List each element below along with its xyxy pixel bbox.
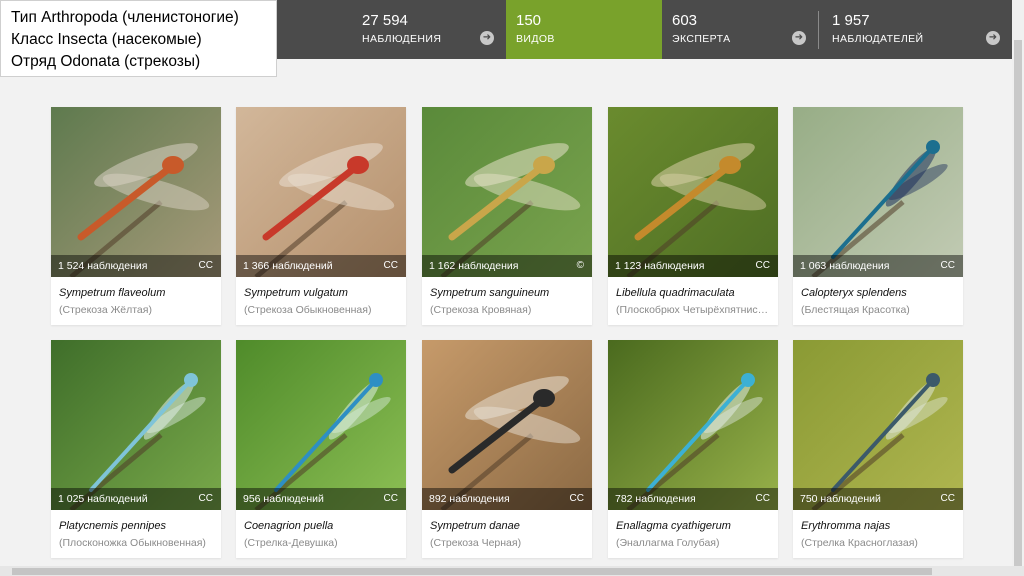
species-common-name: (Плосконожка Обыкновенная) [59, 537, 206, 549]
species-scientific-name[interactable]: Enallagma cyathigerum [616, 520, 772, 532]
species-card[interactable]: 1 162 наблюдения © Sympetrum sanguineum (Ст… [422, 107, 592, 325]
observation-count-overlay: 892 наблюдения CC [422, 488, 592, 510]
species-scientific-name[interactable]: Sympetrum vulgatum [244, 287, 400, 299]
species-photo[interactable]: 1 524 наблюдения CC [51, 107, 221, 277]
species-card[interactable]: 1 063 наблюдения CC Calopteryx splendens (Б… [793, 107, 963, 325]
species-card[interactable]: 1 524 наблюдения CC Sympetrum flaveolum (Ст… [51, 107, 221, 325]
species-card[interactable]: 892 наблюдения CC Sympetrum danae (Стрекоза… [422, 340, 592, 558]
license-badge[interactable]: CC [941, 255, 955, 277]
observation-count: 1 366 наблюдений [243, 260, 333, 272]
taxon-label-box: Тип Arthropoda (членистоногие) Класс Ins… [0, 0, 277, 77]
species-scientific-name[interactable]: Sympetrum sanguineum [430, 287, 586, 299]
observation-count: 892 наблюдения [429, 493, 510, 505]
species-common-name: (Стрекоза Жёлтая) [59, 304, 152, 316]
license-badge[interactable]: CC [384, 488, 398, 510]
species-photo[interactable]: 782 наблюдения CC [608, 340, 778, 510]
species-common-name: (Стрелка-Девушка) [244, 537, 338, 549]
observation-count-overlay: 782 наблюдения CC [608, 488, 778, 510]
license-badge[interactable]: CC [384, 255, 398, 277]
arrow-right-icon[interactable]: ➜ [480, 31, 494, 45]
observation-count-overlay: 1 025 наблюдений CC [51, 488, 221, 510]
species-scientific-name[interactable]: Sympetrum danae [430, 520, 586, 532]
observation-count: 1 162 наблюдения [429, 260, 519, 272]
species-common-name: (Стрекоза Черная) [430, 537, 522, 549]
species-common-name: (Стрелка Красноглазая) [801, 537, 918, 549]
taxon-phylum: Тип Arthropoda (членистоногие) [11, 9, 239, 26]
scrollbar-thumb[interactable] [12, 568, 932, 575]
stat-species[interactable]: 150 ВИДОВ ➜ [506, 0, 662, 59]
stat-label: ВИДОВ [516, 33, 555, 45]
stat-value: 603 [672, 12, 698, 29]
observation-count-overlay: 1 366 наблюдений CC [236, 255, 406, 277]
license-badge[interactable]: CC [756, 488, 770, 510]
species-photo[interactable]: 750 наблюдений CC [793, 340, 963, 510]
stat-observers[interactable]: 1 957 НАБЛЮДАТЕЛЕЙ ➜ [818, 0, 1012, 59]
divider [818, 11, 819, 49]
species-card[interactable]: 956 наблюдений CC Coenagrion puella (Стрелк… [236, 340, 406, 558]
stat-value: 150 [516, 12, 542, 29]
arrow-right-icon[interactable]: ➜ [986, 31, 1000, 45]
species-card[interactable]: 1 025 наблюдений CC Platycnemis pennipes (П… [51, 340, 221, 558]
species-photo[interactable]: 1 025 наблюдений CC [51, 340, 221, 510]
license-badge[interactable]: CC [756, 255, 770, 277]
species-common-name: (Стрекоза Обыкновенная) [244, 304, 372, 316]
species-common-name: (Стрекоза Кровяная) [430, 304, 532, 316]
arrow-right-icon[interactable]: ➜ [792, 31, 806, 45]
license-badge[interactable]: CC [199, 488, 213, 510]
species-scientific-name[interactable]: Coenagrion puella [244, 520, 400, 532]
observation-count: 782 наблюдения [615, 493, 696, 505]
observation-count: 750 наблюдений [800, 493, 881, 505]
observation-count: 1 524 наблюдения [58, 260, 148, 272]
observation-count-overlay: 1 162 наблюдения © [422, 255, 592, 277]
observation-count: 956 наблюдений [243, 493, 324, 505]
species-scientific-name[interactable]: Platycnemis pennipes [59, 520, 215, 532]
observation-count-overlay: 956 наблюдений CC [236, 488, 406, 510]
species-photo[interactable]: 1 366 наблюдений CC [236, 107, 406, 277]
species-photo[interactable]: 1 123 наблюдения CC [608, 107, 778, 277]
observation-count-overlay: 1 524 наблюдения CC [51, 255, 221, 277]
species-scientific-name[interactable]: Erythromma najas [801, 520, 957, 532]
species-scientific-name[interactable]: Libellula quadrimaculata [616, 287, 772, 299]
stat-value: 27 594 [362, 12, 408, 29]
scrollbar-thumb[interactable] [1014, 40, 1022, 576]
species-photo[interactable]: 1 063 наблюдения CC [793, 107, 963, 277]
observation-count: 1 123 наблюдения [615, 260, 705, 272]
license-badge[interactable]: CC [570, 488, 584, 510]
species-photo[interactable]: 892 наблюдения CC [422, 340, 592, 510]
species-photo[interactable]: 956 наблюдений CC [236, 340, 406, 510]
taxon-order: Отряд Odonata (стрекозы) [11, 53, 201, 70]
species-card[interactable]: 1 123 наблюдения CC Libellula quadrimacula… [608, 107, 778, 325]
observation-count: 1 025 наблюдений [58, 493, 148, 505]
species-photo[interactable]: 1 162 наблюдения © [422, 107, 592, 277]
license-badge[interactable]: CC [941, 488, 955, 510]
stat-value: 1 957 [832, 12, 870, 29]
observation-count-overlay: 1 063 наблюдения CC [793, 255, 963, 277]
vertical-scrollbar[interactable] [1012, 0, 1024, 576]
species-scientific-name[interactable]: Calopteryx splendens [801, 287, 957, 299]
license-badge[interactable]: © [577, 255, 584, 277]
horizontal-scrollbar[interactable] [0, 566, 1024, 576]
stat-observations[interactable]: 27 594 НАБЛЮДЕНИЯ ➜ [352, 0, 506, 59]
species-card[interactable]: 750 наблюдений CC Erythromma najas (Стрелка… [793, 340, 963, 558]
species-common-name: (Блестящая Красотка) [801, 304, 910, 316]
species-card[interactable]: 1 366 наблюдений CC Sympetrum vulgatum (Стр… [236, 107, 406, 325]
stat-label: НАБЛЮДАТЕЛЕЙ [832, 33, 924, 45]
species-scientific-name[interactable]: Sympetrum flaveolum [59, 287, 215, 299]
species-common-name: (Эналлагма Голубая) [616, 537, 720, 549]
observation-count: 1 063 наблюдения [800, 260, 890, 272]
license-badge[interactable]: CC [199, 255, 213, 277]
taxon-class: Класс Insecta (насекомые) [11, 31, 202, 48]
observation-count-overlay: 1 123 наблюдения CC [608, 255, 778, 277]
stat-experts[interactable]: 603 ЭКСПЕРТА ➜ [662, 0, 818, 59]
species-card[interactable]: 782 наблюдения CC Enallagma cyathigerum (Эн… [608, 340, 778, 558]
species-common-name: (Плоскобрюх Четырёхпятнистый) [616, 304, 772, 316]
observation-count-overlay: 750 наблюдений CC [793, 488, 963, 510]
